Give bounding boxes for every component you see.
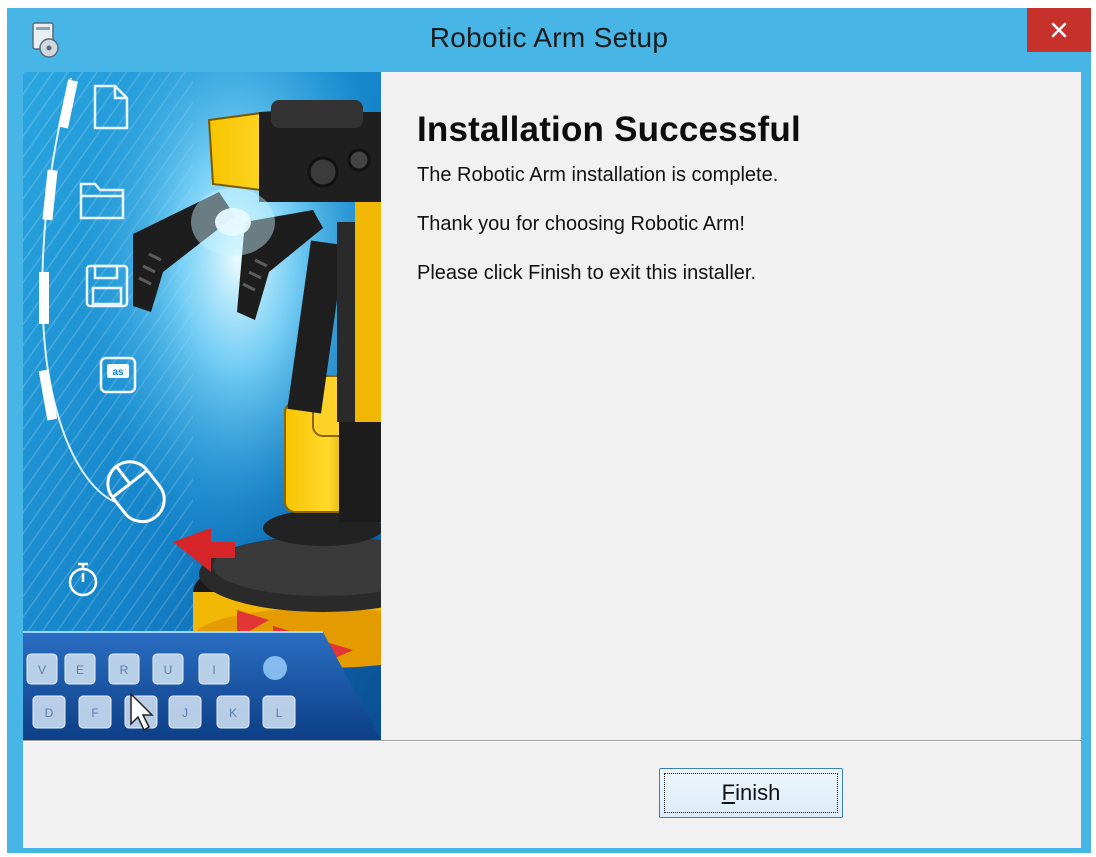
title-bar[interactable]: Robotic Arm Setup — [7, 8, 1091, 70]
banner-artwork: as V E R U I D F J K L — [23, 72, 381, 740]
close-button[interactable] — [1027, 8, 1091, 52]
finish-button-label: Finish — [721, 780, 781, 805]
svg-text:D: D — [45, 706, 54, 720]
installer-client-area: as V E R U I D F J K L Installation Succ… — [23, 72, 1081, 848]
svg-text:E: E — [76, 663, 84, 677]
installer-banner: as V E R U I D F J K L — [23, 72, 381, 740]
svg-text:J: J — [182, 706, 188, 720]
footer-divider — [23, 740, 1081, 742]
keyboard-icon: V E R U I D F J K L — [23, 631, 381, 740]
svg-text:R: R — [120, 663, 129, 677]
svg-text:F: F — [91, 706, 98, 720]
svg-text:U: U — [164, 663, 173, 677]
window-title: Robotic Arm Setup — [429, 22, 669, 53]
setup-window: Robotic Arm Setup as V E R U I D F J K L… — [7, 8, 1091, 853]
svg-text:as: as — [112, 367, 124, 378]
svg-text:K: K — [229, 706, 237, 720]
svg-text:I: I — [212, 663, 215, 677]
svg-text:V: V — [38, 663, 46, 677]
page-title: Installation Successful — [417, 110, 801, 149]
completion-message: Installation Successful The Robotic Arm … — [417, 110, 1057, 285]
svg-text:L: L — [276, 706, 283, 720]
close-icon — [1051, 22, 1067, 38]
finish-button[interactable]: Finish — [659, 768, 843, 818]
instruction-text: Please click Finish to exit this install… — [417, 262, 757, 284]
thank-you-text: Thank you for choosing Robotic Arm! — [417, 213, 745, 235]
status-text-complete: The Robotic Arm installation is complete… — [417, 164, 779, 186]
